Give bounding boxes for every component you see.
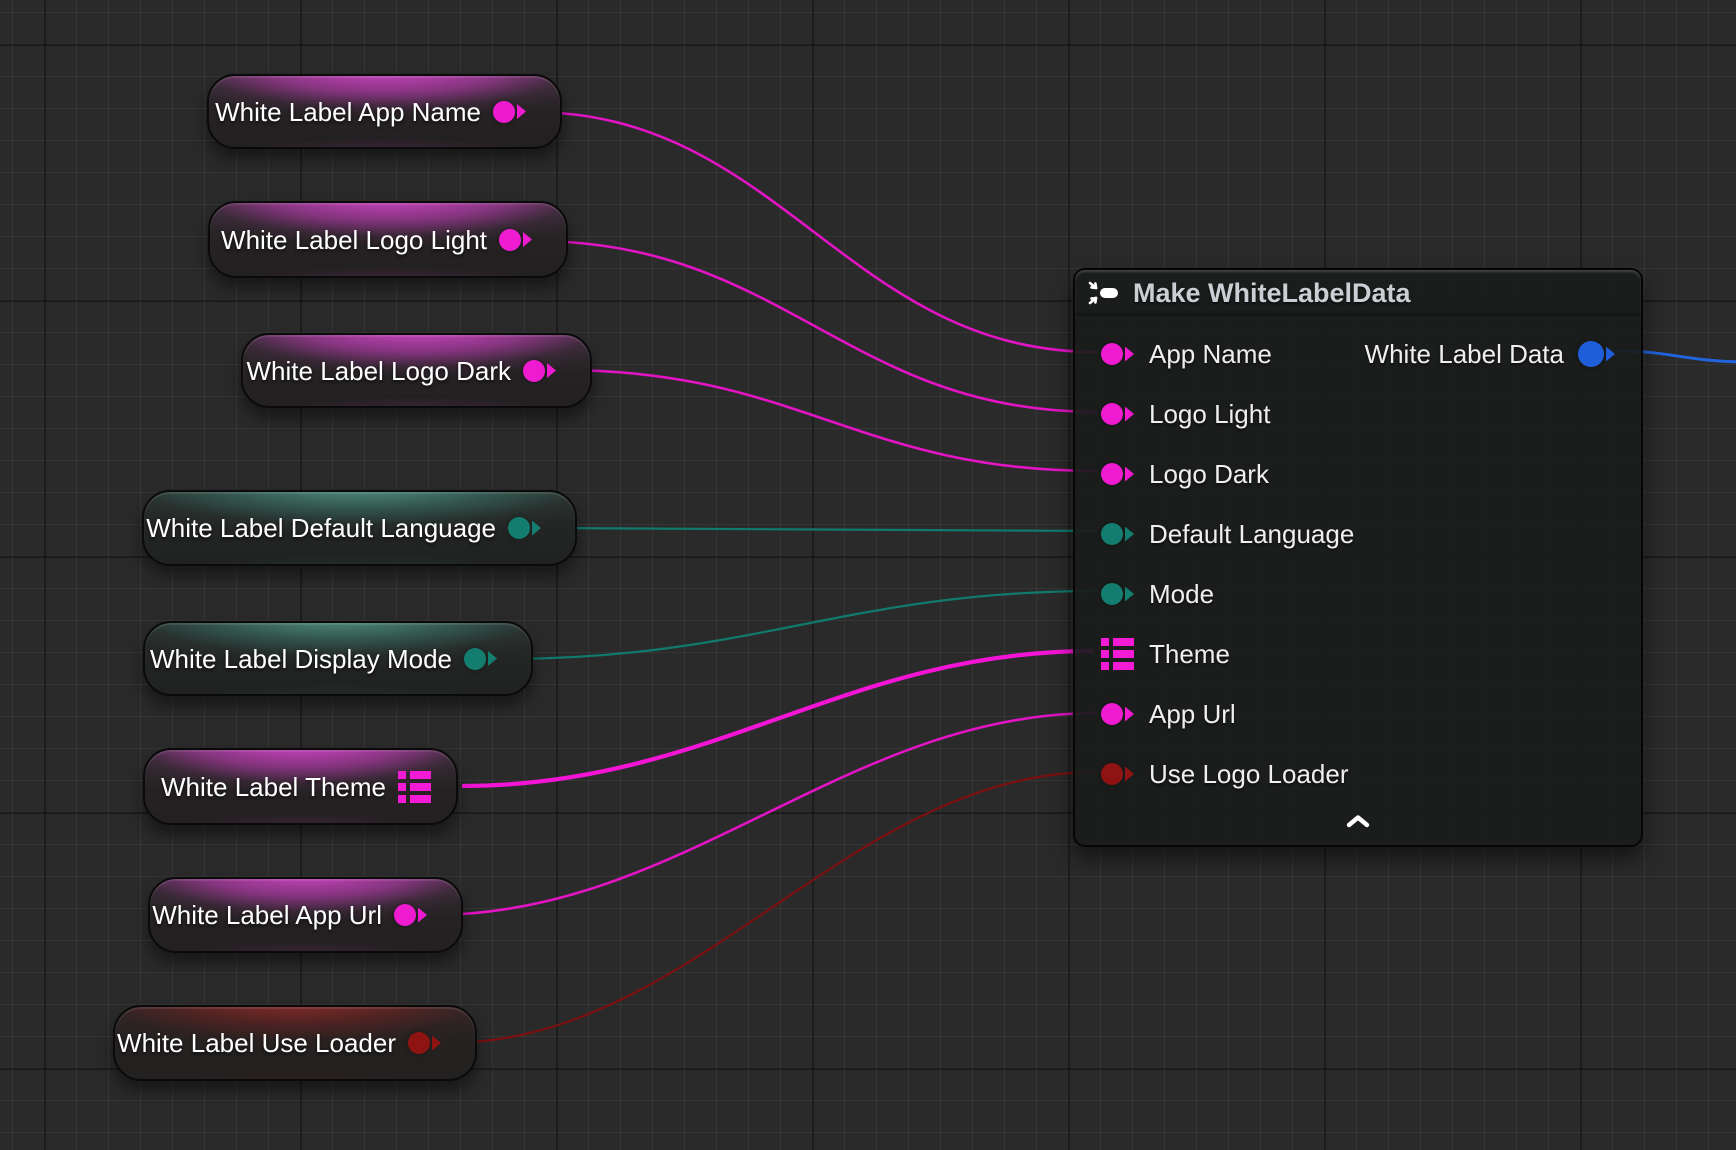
input-pin-string[interactable] <box>1101 703 1134 725</box>
var-node-white-label-default-language[interactable]: White Label Default Language <box>142 490 577 566</box>
pin-row-default-language: Default Language <box>1075 504 1641 564</box>
chevron-up-icon[interactable] <box>1345 814 1371 828</box>
wire-display-mode[interactable] <box>503 591 1097 659</box>
pin-label: Theme <box>1149 641 1230 667</box>
output-pin-string[interactable] <box>499 229 532 251</box>
wire-logo-dark[interactable] <box>560 370 1097 471</box>
make-whitelabeldata-node[interactable]: Make WhiteLabelData App Name White Label… <box>1073 268 1643 847</box>
var-node-white-label-app-url[interactable]: White Label App Url <box>148 877 463 953</box>
output-pin-struct[interactable] <box>1578 341 1615 367</box>
var-node-white-label-use-loader[interactable]: White Label Use Loader <box>113 1005 477 1081</box>
output-pin-string[interactable] <box>394 904 427 926</box>
var-node-label: White Label App Url <box>152 902 382 928</box>
input-pin-enum[interactable] <box>1101 583 1134 605</box>
wire-theme[interactable] <box>462 651 1093 786</box>
pin-row-theme: Theme <box>1075 624 1641 684</box>
pin-row-mode: Mode <box>1075 564 1641 624</box>
wire-logo-light[interactable] <box>534 241 1097 412</box>
input-pin-bool[interactable] <box>1101 763 1134 785</box>
output-pin-string[interactable] <box>493 101 526 123</box>
struct-grid-icon[interactable] <box>398 771 431 803</box>
var-node-white-label-display-mode[interactable]: White Label Display Mode <box>143 621 533 696</box>
input-pin-string[interactable] <box>1101 343 1134 365</box>
var-node-white-label-logo-light[interactable]: White Label Logo Light <box>208 201 568 278</box>
struct-grid-icon[interactable] <box>1101 638 1134 670</box>
output-pin-enum[interactable] <box>508 517 541 539</box>
var-node-label: White Label Display Mode <box>150 646 452 672</box>
node-footer <box>1075 801 1641 841</box>
output-pin-enum[interactable] <box>464 648 497 670</box>
blueprint-graph-canvas[interactable]: White Label App Name White Label Logo Li… <box>0 0 1736 1150</box>
pin-label: Default Language <box>1149 521 1354 547</box>
wire-default-language[interactable] <box>546 528 1097 531</box>
pin-row-app-url: App Url <box>1075 684 1641 744</box>
pin-row-use-logo-loader: Use Logo Loader <box>1075 744 1641 804</box>
output-pin-label: White Label Data <box>1365 341 1564 367</box>
var-node-white-label-theme[interactable]: White Label Theme <box>143 748 458 825</box>
wire-app-url[interactable] <box>433 713 1097 915</box>
input-pin-enum[interactable] <box>1101 523 1134 545</box>
pin-label: App Name <box>1149 341 1272 367</box>
pin-row-logo-light: Logo Light <box>1075 384 1641 444</box>
pin-label: Logo Light <box>1149 401 1270 427</box>
make-struct-icon <box>1087 280 1121 306</box>
output-pin-bool[interactable] <box>408 1032 441 1054</box>
var-node-label: White Label App Name <box>215 99 481 125</box>
pin-label: App Url <box>1149 701 1236 727</box>
var-node-label: White Label Theme <box>161 774 386 800</box>
var-node-label: White Label Use Loader <box>117 1030 396 1056</box>
wire-app-name[interactable] <box>531 112 1097 352</box>
var-node-white-label-app-name[interactable]: White Label App Name <box>207 74 562 149</box>
var-node-label: White Label Logo Light <box>221 227 487 253</box>
pin-row-logo-dark: Logo Dark <box>1075 444 1641 504</box>
pin-label: Mode <box>1149 581 1214 607</box>
pin-label: Use Logo Loader <box>1149 761 1348 787</box>
pin-label: Logo Dark <box>1149 461 1269 487</box>
var-node-white-label-logo-dark[interactable]: White Label Logo Dark <box>241 333 592 408</box>
output-pin-string[interactable] <box>523 360 556 382</box>
node-title: Make WhiteLabelData <box>1133 278 1411 309</box>
pin-row-app-name: App Name White Label Data <box>1075 324 1641 384</box>
var-node-label: White Label Logo Dark <box>247 358 511 384</box>
input-pin-string[interactable] <box>1101 463 1134 485</box>
node-header[interactable]: Make WhiteLabelData <box>1075 270 1641 316</box>
input-pin-string[interactable] <box>1101 403 1134 425</box>
var-node-label: White Label Default Language <box>146 515 496 541</box>
wire-use-loader[interactable] <box>447 772 1097 1043</box>
output-pin-group: White Label Data <box>1365 341 1615 367</box>
